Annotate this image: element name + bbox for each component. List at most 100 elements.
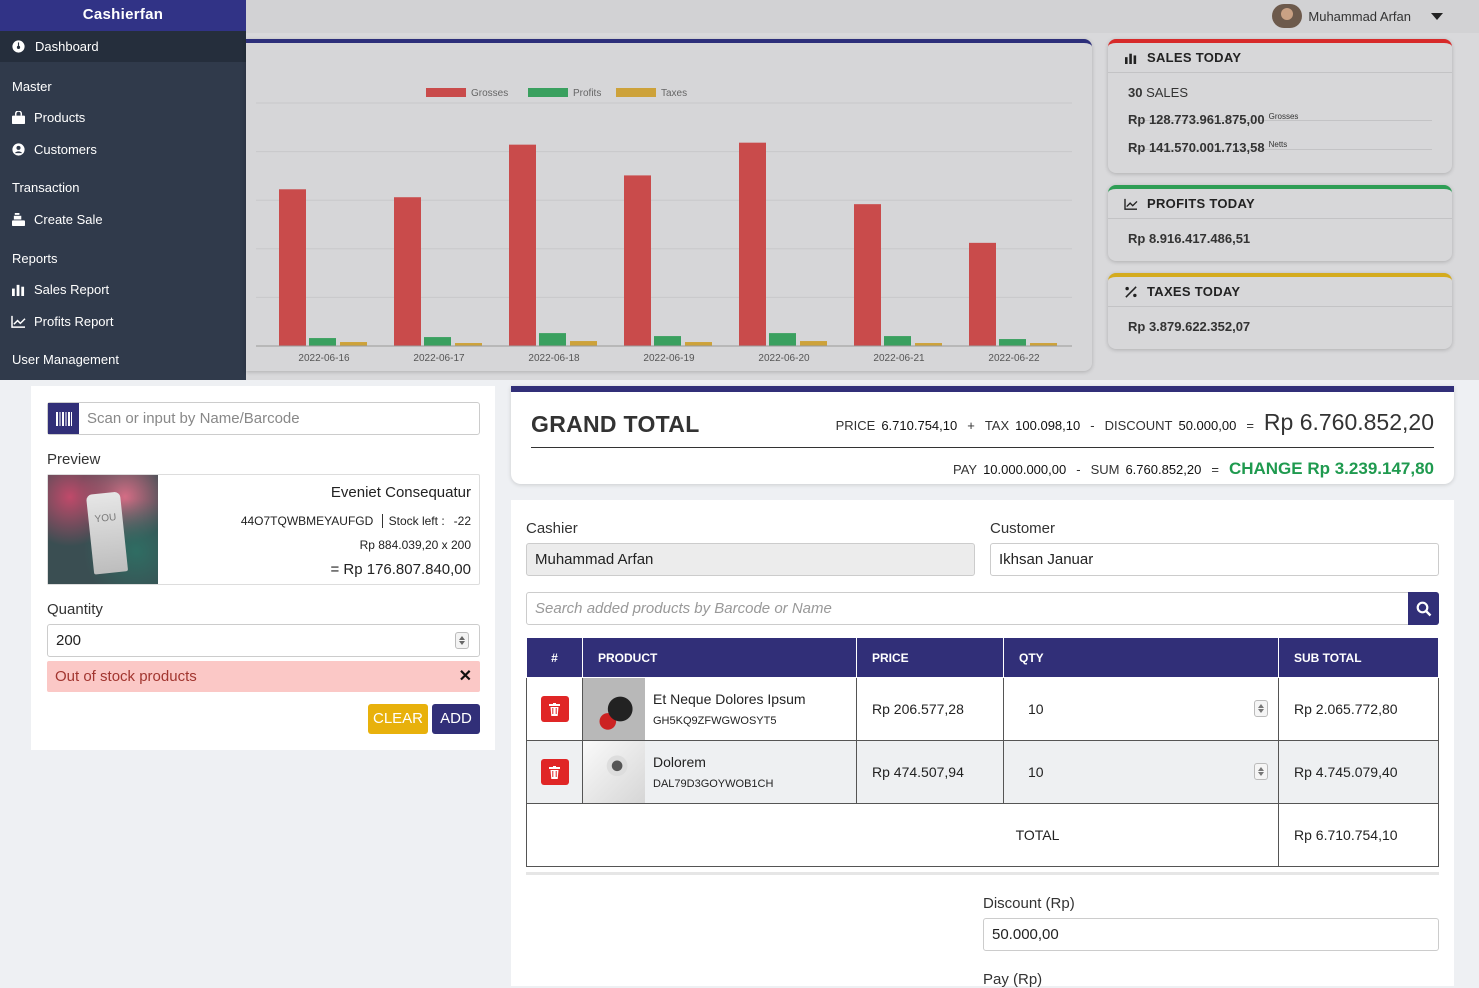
netts-value: Rp 141.570.001.713,58 [1128, 140, 1265, 155]
product-thumbnail [583, 678, 645, 740]
chart-bar [685, 342, 712, 346]
quantity-value[interactable]: 200 [48, 625, 479, 656]
product-tube-shape: YOU [85, 491, 129, 575]
product-thumbnail [583, 741, 645, 803]
add-button[interactable]: ADD [432, 704, 480, 734]
sales-grosses: Rp 128.773.961.875,00 Grosses [1108, 112, 1452, 127]
dashboard-icon [12, 40, 25, 53]
percent-icon [1125, 285, 1137, 298]
close-icon[interactable]: ✕ [459, 661, 472, 692]
brand-logo[interactable]: Cashierfan [0, 0, 246, 31]
sales-chart-card: Grosses Profits Taxes 2022-06-16 2022-06-17 2… [246, 39, 1092, 371]
scan-input[interactable] [79, 403, 479, 434]
sidebar-item-dashboard[interactable]: Dashboard [0, 31, 246, 62]
sales-count-suffix: SALES [1146, 85, 1189, 100]
sidebar-item-create-sale[interactable]: Create Sale [11, 212, 103, 227]
pay-value: 10.000.000,00 [983, 462, 1067, 477]
chart-bar [424, 337, 451, 346]
sidebar-item-sales-report[interactable]: Sales Report [11, 282, 109, 297]
qty-cell[interactable]: 10 [1003, 740, 1279, 804]
stepper-arrows-icon[interactable] [1254, 700, 1268, 717]
sales-bar-chart: Grosses Profits Taxes 2022-06-16 2022-06-17 2… [256, 88, 1072, 364]
search-button[interactable] [1408, 592, 1439, 625]
search-icon [1416, 601, 1431, 616]
sidebar-item-products[interactable]: Products [11, 110, 85, 125]
column-header: QTY [1003, 637, 1279, 678]
quantity-stepper[interactable]: 200 [47, 624, 480, 657]
tax-label: TAX [984, 418, 1010, 433]
pay-label: Pay (Rp) [983, 971, 1043, 988]
price-breakdown: PRICE 6.710.754,10 + TAX 100.098,10 - DISC… [836, 409, 1434, 436]
barcode-icon[interactable] [48, 403, 79, 434]
sidebar-item-label: Profits Report [34, 314, 114, 329]
sidebar-item-profits-report[interactable]: Profits Report [11, 314, 113, 329]
sidebar-section-user-management[interactable]: User Management [0, 352, 119, 367]
table-header: # PRODUCT PRICE QTY SUB TOTAL [526, 637, 1439, 678]
subtotal-cell: Rp 4.745.079,40 [1278, 740, 1439, 804]
equals-sign: = [1211, 462, 1219, 477]
equals-sign: = [1246, 418, 1254, 433]
chart-bar [800, 341, 827, 346]
line-chart-icon [11, 315, 26, 328]
qty-value[interactable]: 10 [1028, 701, 1044, 717]
stepper-arrows-icon[interactable] [455, 632, 469, 649]
sidebar-section-reports: Reports [12, 251, 58, 266]
product-name: Dolorem [653, 754, 706, 770]
legend-label: Grosses [471, 88, 508, 99]
stepper-arrows-icon[interactable] [1254, 763, 1268, 780]
cashier-label: Cashier [526, 520, 578, 537]
preview-product-name: Eveniet Consequatur [330, 484, 471, 501]
total-label: TOTAL [526, 803, 1279, 867]
sales-count-value: 30 [1128, 85, 1143, 100]
subtotal-cell: Rp 2.065.772,80 [1278, 677, 1439, 741]
line-chart-icon [1124, 198, 1138, 210]
product-search-input[interactable] [527, 593, 1407, 624]
product-preview: YOU Eveniet Consequatur 44O7TQWBMEYAUFGD… [47, 474, 480, 585]
taxes-today-card: TAXES TODAY Rp 3.879.622.352,07 [1108, 273, 1452, 349]
chart-bar [570, 341, 597, 346]
quantity-label: Quantity [47, 601, 103, 618]
discount-input[interactable]: 50.000,00 [983, 918, 1439, 951]
customer-field[interactable]: Ikhsan Januar [990, 543, 1439, 576]
price-value: 6.710.754,10 [881, 418, 958, 433]
cashier-field: Muhammad Arfan [526, 543, 975, 576]
grand-total-value: Rp 6.760.852,20 [1263, 409, 1434, 435]
legend-swatch [426, 88, 466, 97]
alert-text: Out of stock products [55, 668, 197, 685]
payment-breakdown: PAY 10.000.000,00 - SUM 6.760.852,20 = CHA… [953, 459, 1434, 479]
legend-label: Profits [573, 88, 601, 99]
card-title: PROFITS TODAY [1147, 196, 1255, 211]
clear-button[interactable]: CLEAR [368, 704, 428, 734]
preview-meta: 44O7TQWBMEYAUFGD Stock left : -22 [241, 514, 471, 528]
chart-bar [884, 336, 911, 346]
product-entry-panel: Preview YOU Eveniet Consequatur 44O7TQWB… [31, 386, 495, 750]
column-header: PRODUCT [582, 637, 857, 678]
preview-price-calc: Rp 884.039,20 x 200 [359, 538, 471, 552]
qty-cell[interactable]: 10 [1003, 677, 1279, 741]
card-header: SALES TODAY [1108, 43, 1452, 73]
delete-button[interactable] [540, 696, 569, 722]
cart-table: # PRODUCT PRICE QTY SUB TOTAL Et Neque D… [526, 637, 1439, 867]
x-tick-label: 2022-06-18 [528, 353, 580, 364]
sidebar-item-customers[interactable]: Customers [11, 142, 97, 157]
plus-sign: + [967, 418, 975, 433]
preview-total: = Rp 176.807.840,00 [330, 561, 471, 578]
preview-product-code: 44O7TQWBMEYAUFGD [240, 514, 374, 528]
card-title: SALES TODAY [1147, 50, 1242, 65]
user-menu[interactable]: Muhammad Arfan [1272, 4, 1443, 28]
sidebar-section-master: Master [12, 79, 52, 94]
column-header: SUB TOTAL [1278, 637, 1439, 678]
qty-value[interactable]: 10 [1028, 764, 1044, 780]
stock-value: -22 [453, 514, 471, 528]
sidebar-section-transaction: Transaction [12, 180, 80, 195]
sum-label: SUM [1090, 462, 1120, 477]
chart-bar [309, 338, 336, 346]
delete-button[interactable] [540, 759, 569, 785]
change-value: CHANGE Rp 3.239.147,80 [1228, 459, 1434, 478]
tax-value: 100.098,10 [1015, 418, 1081, 433]
chart-bar [624, 175, 651, 346]
price-label: PRICE [835, 418, 876, 433]
grand-total-card: GRAND TOTAL PRICE 6.710.754,10 + TAX 100.0… [511, 386, 1454, 484]
chart-bar [769, 333, 796, 346]
column-header: # [526, 637, 583, 678]
